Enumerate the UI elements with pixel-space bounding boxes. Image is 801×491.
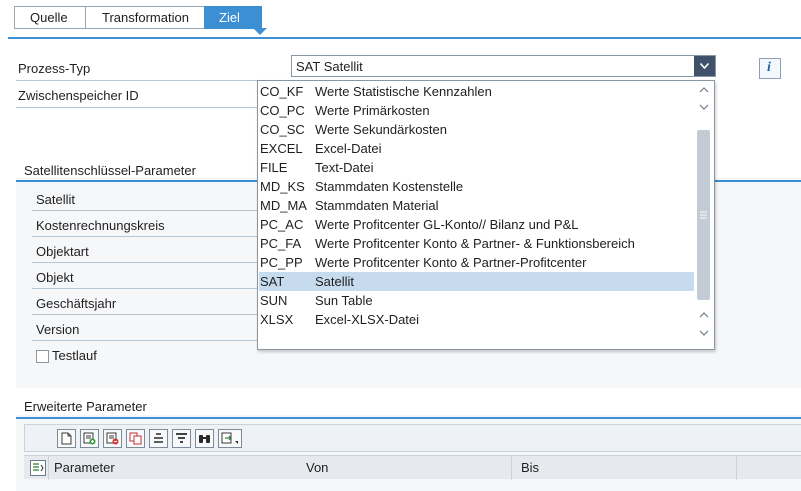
param-label-kostenrechnungskreis: Kostenrechnungskreis (36, 218, 165, 233)
column-header-von[interactable]: Von (306, 460, 328, 475)
option-code: MD_KS (260, 179, 305, 194)
dropdown-option-sat[interactable]: SAT Satellit (259, 272, 694, 291)
new-document-button[interactable] (57, 429, 76, 448)
erweitert-group-title: Erweiterte Parameter (24, 399, 147, 414)
active-tab-indicator (253, 28, 267, 35)
option-description: Excel-Datei (315, 141, 382, 156)
option-description: Werte Profitcenter Konto & Partner- & Fu… (315, 236, 635, 251)
align-button[interactable] (149, 429, 168, 448)
grip-icon (700, 211, 707, 219)
delete-row-icon (106, 432, 119, 445)
dropdown-option-co-pc[interactable]: CO_PC Werte Primärkosten (259, 101, 694, 120)
row-separator (16, 80, 291, 81)
chevron-down-icon (700, 63, 709, 69)
find-button[interactable] (195, 429, 214, 448)
option-description: Sun Table (315, 293, 373, 308)
zwischenspeicher-label: Zwischenspeicher ID (18, 88, 139, 103)
group-divider (16, 417, 801, 419)
option-code: FILE (260, 160, 288, 175)
param-label-objekt: Objekt (36, 270, 74, 285)
tab-divider (8, 37, 801, 39)
option-code: XLSX (260, 312, 294, 327)
dropdown-option-md-ma[interactable]: MD_MA Stammdaten Material (259, 196, 694, 215)
option-description: Excel-XLSX-Datei (315, 312, 420, 327)
find-icon (199, 435, 210, 443)
dropdown-option-co-sc[interactable]: CO_SC Werte Sekundärkosten (259, 120, 694, 139)
satellit-group-title: Satellitenschlüssel-Parameter (24, 163, 196, 178)
row-separator (16, 107, 257, 108)
dropdown-toggle-button[interactable] (694, 56, 715, 76)
export-icon (221, 432, 238, 444)
delete-row-button[interactable] (103, 429, 122, 448)
copy-row-button[interactable] (126, 429, 145, 448)
dropdown-option-pc-fa[interactable]: PC_FA Werte Profitcenter Konto & Partner-… (259, 234, 694, 253)
option-code: CO_KF (260, 84, 304, 99)
scroll-down-icon[interactable] (699, 102, 709, 112)
new-document-icon (61, 432, 72, 445)
param-label-geschaeftsjahr: Geschäftsjahr (36, 296, 117, 311)
align-icon (154, 433, 163, 443)
column-header-bis[interactable]: Bis (521, 460, 539, 475)
dropdown-option-pc-ac[interactable]: PC_AC Werte Profitcenter GL-Konto// Bilan… (259, 215, 694, 234)
option-code: PC_FA (260, 236, 302, 251)
option-code: MD_MA (260, 198, 307, 213)
export-button[interactable] (218, 429, 242, 448)
option-description: Text-Datei (315, 160, 374, 175)
option-description: Werte Statistische Kennzahlen (315, 84, 492, 99)
scroll-up-icon[interactable] (699, 85, 709, 95)
option-code: CO_SC (260, 122, 305, 137)
param-label-version: Version (36, 322, 80, 337)
option-description: Werte Profitcenter GL-Konto// Bilanz und… (315, 217, 579, 232)
scroll-down-icon[interactable] (699, 328, 709, 338)
prozess-typ-combobox[interactable]: SAT Satellit (291, 55, 716, 77)
option-code: SUN (260, 293, 288, 308)
scroll-up-icon[interactable] (699, 310, 709, 320)
column-header-parameter[interactable]: Parameter (54, 460, 115, 475)
prozess-typ-value: SAT Satellit (296, 59, 363, 74)
testlauf-label: Testlauf (52, 348, 97, 363)
option-description: Werte Sekundärkosten (315, 122, 447, 137)
dropdown-option-pc-pp[interactable]: PC_PP Werte Profitcenter Konto & Partner-… (259, 253, 694, 272)
option-code: EXCEL (260, 141, 303, 156)
copy-row-icon (129, 432, 142, 445)
option-description: Satellit (315, 274, 355, 289)
filter-button[interactable] (172, 429, 191, 448)
option-description: Werte Primärkosten (315, 103, 430, 118)
param-label-objektart: Objektart (36, 244, 89, 259)
option-description: Stammdaten Kostenstelle (315, 179, 464, 194)
option-code: PC_PP (260, 255, 303, 270)
info-button[interactable]: i (759, 58, 781, 79)
prozess-typ-dropdown-list: CO_KF Werte Statistische Kennzahlen CO_PC W… (257, 80, 715, 350)
tab-ziel[interactable]: Ziel (204, 6, 262, 29)
option-description: Stammdaten Material (315, 198, 439, 213)
dropdown-option-md-ks[interactable]: MD_KS Stammdaten Kostenstelle (259, 177, 694, 196)
scrollbar-thumb[interactable] (697, 130, 710, 300)
grid-header: Parameter Von Bis (24, 455, 801, 480)
add-row-button[interactable] (80, 429, 99, 448)
option-code: PC_AC (260, 217, 304, 232)
option-description: Werte Profitcenter Konto & Partner-Profi… (315, 255, 587, 270)
dropdown-option-xlsx[interactable]: XLSX Excel-XLSX-Datei (259, 310, 694, 329)
testlauf-checkbox[interactable] (36, 350, 49, 363)
dropdown-option-excel[interactable]: EXCEL Excel-Datei (259, 139, 694, 158)
dropdown-option-sun[interactable]: SUN Sun Table (259, 291, 694, 310)
column-layout-icon (33, 463, 44, 472)
option-code: CO_PC (260, 103, 305, 118)
option-code: SAT (260, 274, 285, 289)
tab-bar: Quelle Transformation Ziel (14, 6, 262, 29)
prozess-typ-label: Prozess-Typ (18, 61, 91, 76)
tab-quelle[interactable]: Quelle (14, 6, 85, 29)
tab-transformation[interactable]: Transformation (85, 6, 204, 29)
dropdown-option-file[interactable]: FILE Text-Datei (259, 158, 694, 177)
filter-icon (176, 433, 187, 443)
select-all-button[interactable] (30, 460, 46, 476)
param-label-satellit: Satellit (36, 192, 76, 207)
info-icon: i (767, 60, 771, 75)
grid-toolbar (24, 424, 801, 452)
add-row-icon (83, 432, 96, 445)
dropdown-option-co-kf[interactable]: CO_KF Werte Statistische Kennzahlen (259, 82, 694, 101)
